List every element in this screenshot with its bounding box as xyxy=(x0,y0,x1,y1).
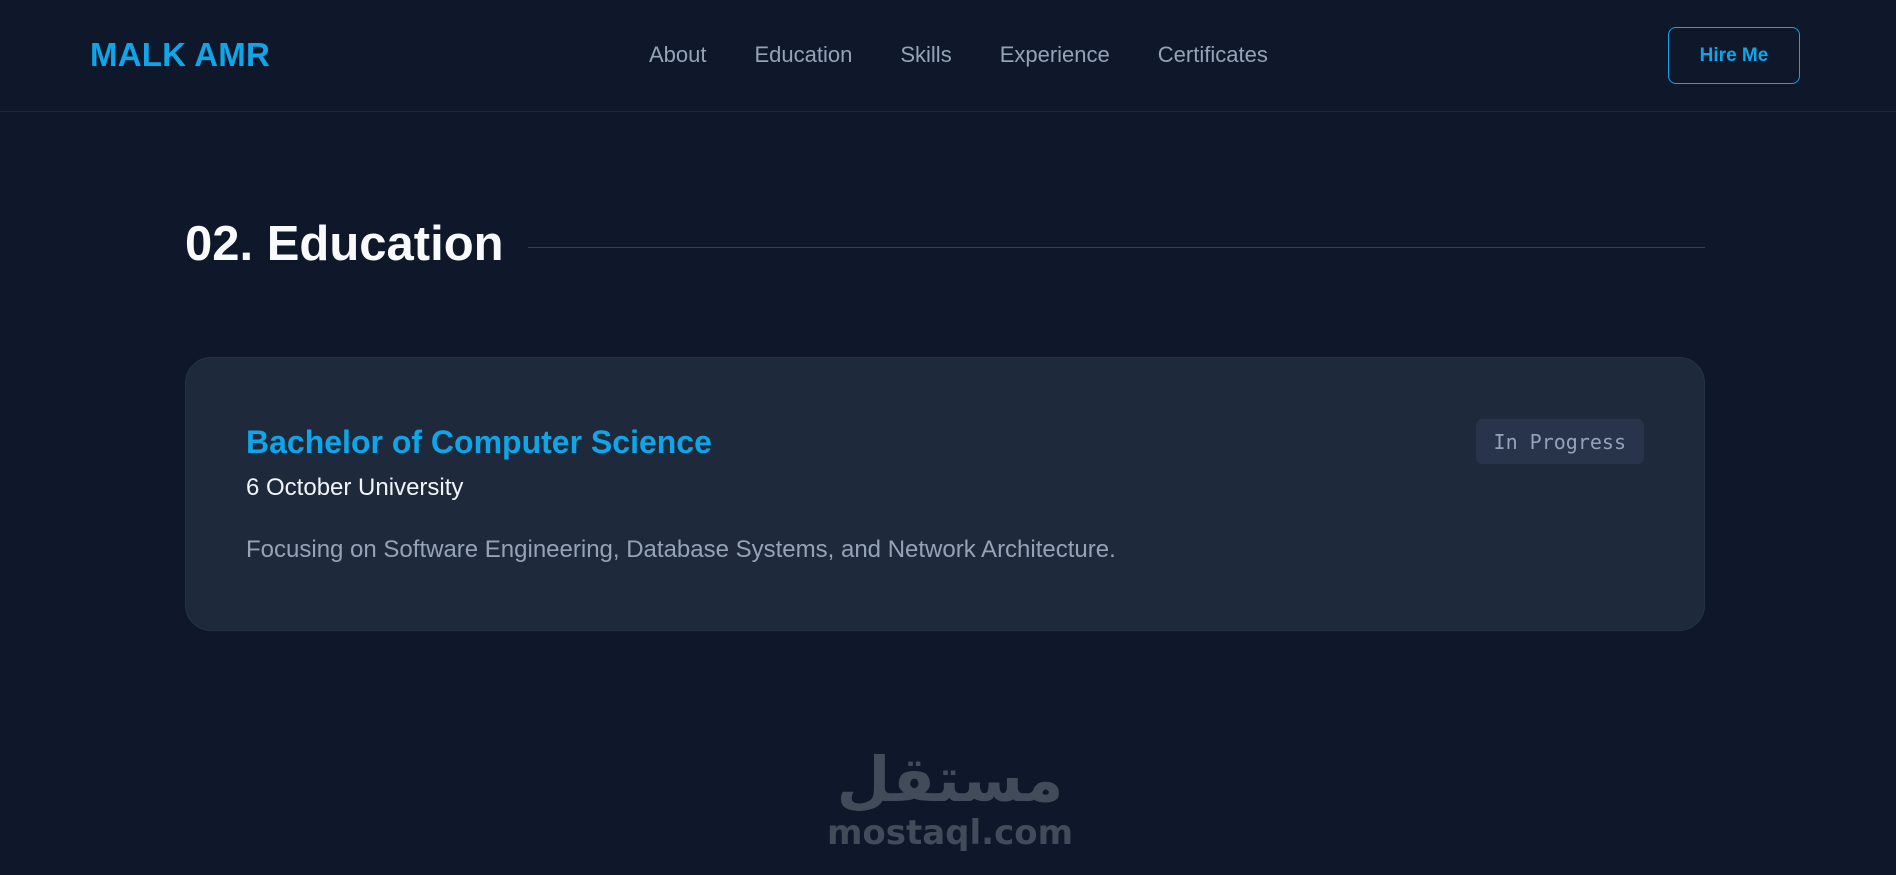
status-badge: In Progress xyxy=(1475,419,1644,464)
watermark-logo: مستقل mostaql.com xyxy=(820,745,1080,865)
school-name: 6 October University xyxy=(246,474,464,501)
watermark-arabic-text: مستقل xyxy=(836,743,1064,816)
section-header: 02. Education xyxy=(185,216,1705,272)
nav-link-certificates[interactable]: Certificates xyxy=(1158,42,1268,68)
degree-title: Bachelor of Computer Science xyxy=(246,424,712,460)
brand-logo[interactable]: MALK AMR xyxy=(90,36,270,74)
nav-links: About Education Skills Experience Certif… xyxy=(649,42,1268,68)
nav-link-experience[interactable]: Experience xyxy=(1000,42,1110,68)
education-description: Focusing on Software Engineering, Databa… xyxy=(246,536,1116,563)
navbar: MALK AMR About Education Skills Experien… xyxy=(0,0,1896,112)
nav-link-education[interactable]: Education xyxy=(755,42,853,68)
nav-link-skills[interactable]: Skills xyxy=(900,42,951,68)
education-card: Bachelor of Computer Science 6 October U… xyxy=(185,357,1705,631)
section-divider xyxy=(527,246,1705,248)
section-title: 02. Education xyxy=(185,217,504,271)
hire-me-button[interactable]: Hire Me xyxy=(1668,27,1800,84)
watermark-latin-text: mostaql.com xyxy=(826,813,1074,853)
nav-link-about[interactable]: About xyxy=(649,42,707,68)
